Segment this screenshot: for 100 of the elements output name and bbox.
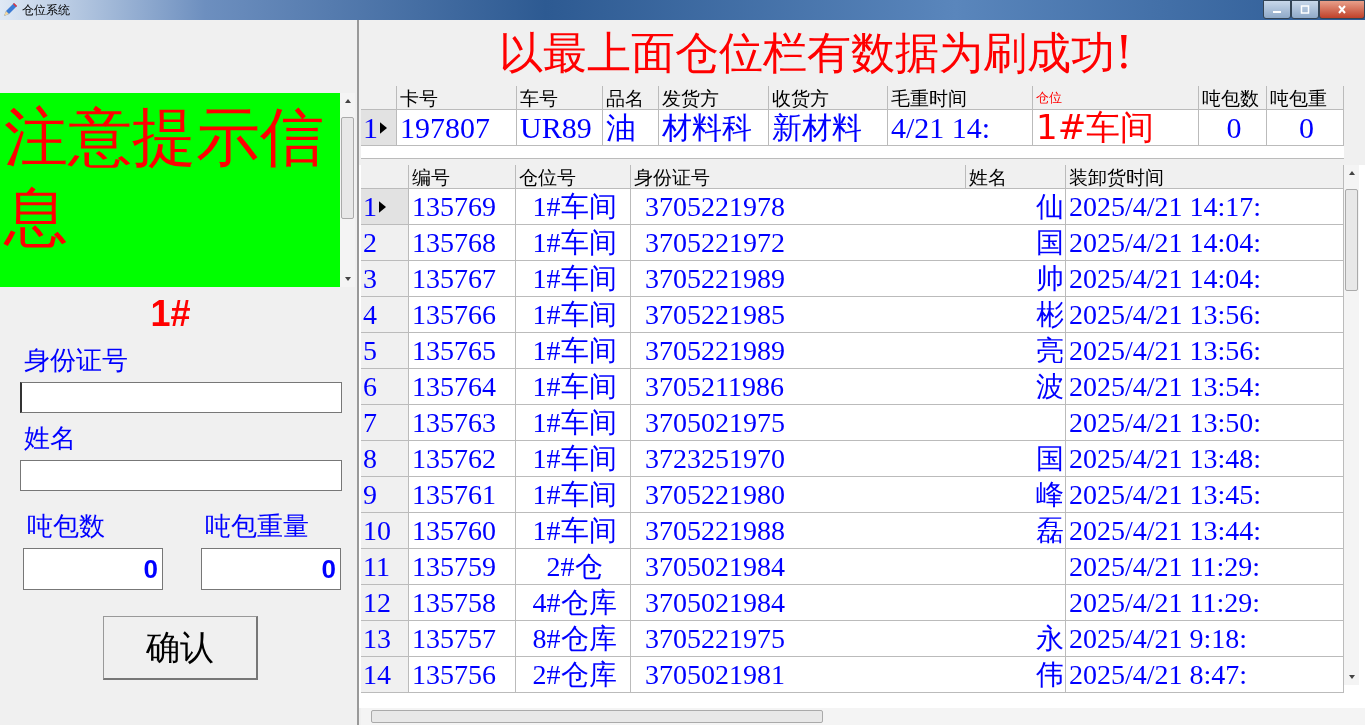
row-header[interactable]: 10 [361,513,409,548]
current-row-icon [379,200,386,213]
confirm-button[interactable]: 确认 [103,616,258,680]
column-header[interactable]: 编号 [409,165,516,189]
column-header[interactable]: 姓名 [966,165,1066,189]
table-cell: 135769 [409,189,516,224]
table-cell: 1#车间 [1033,110,1199,145]
table-cell: 彬 [1036,297,1066,332]
table-cell: 1#车间 [516,441,631,476]
input-field[interactable] [20,382,342,413]
table-cell: 峰 [1036,477,1066,512]
column-header[interactable]: 吨包重 [1267,86,1344,110]
scroll-thumb[interactable] [371,710,823,723]
table-cell: 135767 [409,261,516,296]
table-cell-text: 3705221975 [644,622,786,656]
table-cell-text: 3705221985 [644,298,786,332]
input-field[interactable]: 0 [201,548,341,590]
table-cell: 伟 [1036,657,1066,692]
banner-text: 以最上面仓位栏有数据为刷成功! [499,25,1133,80]
column-header[interactable]: 装卸货时间 [1066,165,1344,189]
table-cell: 135757 [409,621,516,656]
scroll-down-icon[interactable] [1347,673,1356,681]
row-header[interactable]: 2 [361,225,409,260]
scrollbar[interactable] [340,93,355,287]
row-header[interactable]: 3 [361,261,409,296]
table-cell: 0 [1267,110,1344,145]
row-header[interactable]: 7 [361,405,409,440]
row-header[interactable]: 1 [361,189,409,224]
table-cell: 2#仓库 [516,657,631,692]
scrollbar[interactable] [361,708,1365,725]
column-header[interactable]: 发货方 [659,86,769,110]
table-cell: 0 [1199,110,1267,145]
row-header[interactable]: 1 [361,110,397,145]
row-header[interactable]: 13 [361,621,409,656]
close-icon [1337,5,1347,14]
column-header[interactable]: 吨包数 [1199,86,1267,110]
column-header[interactable]: 车号 [517,86,603,110]
minimize-button[interactable] [1263,0,1291,19]
table-cell-text: 3705221989 [644,334,786,368]
close-button[interactable] [1319,0,1365,19]
row-header[interactable]: 4 [361,297,409,332]
column-header[interactable]: 仓位号 [516,165,631,189]
table-cell: 1#车间 [516,477,631,512]
table-cell: UR89 [517,110,603,145]
table-cell: 1#车间 [516,513,631,548]
table-cell: 135765 [409,333,516,368]
input-field[interactable]: 0 [23,548,163,590]
row-header[interactable]: 6 [361,369,409,404]
table-cell-text: 3705221989 [644,262,786,296]
table-cell: 1#车间 [516,225,631,260]
table-cell: 2#仓 [516,549,631,584]
column-header[interactable]: 卡号 [397,86,517,110]
current-row-icon [380,121,387,134]
table-cell: 135762 [409,441,516,476]
maximize-button[interactable] [1291,0,1319,19]
scroll-down-icon[interactable] [343,275,352,283]
pencil-icon [2,2,18,18]
table-cell: 135759 [409,549,516,584]
scrollbar[interactable] [1344,165,1359,685]
row-header[interactable]: 5 [361,333,409,368]
table-cell-text: 3705021984 [644,550,786,584]
column-header[interactable]: 毛重时间 [888,86,1033,110]
station-label: 1# [150,293,191,335]
table-cell: 135768 [409,225,516,260]
row-header[interactable]: 12 [361,585,409,620]
table-cell-text: 3705021984 [644,586,786,620]
row-header[interactable]: 9 [361,477,409,512]
table-cell-text: 3705221978 [644,190,786,224]
table-cell: 帅 [1036,261,1066,296]
table-cell: 永 [1036,621,1066,656]
table-cell-text: 3705211986 [644,370,785,404]
row-header[interactable]: 8 [361,441,409,476]
table-cell: 4/21 14: [888,110,1033,145]
table-cell: 1#车间 [516,369,631,404]
field-label: 身份证号 [24,345,128,377]
scroll-up-icon[interactable] [1347,169,1356,177]
column-header[interactable]: 品名 [603,86,659,110]
table-cell: 国 [1036,441,1066,476]
row-header[interactable]: 14 [361,657,409,692]
table-cell: 135760 [409,513,516,548]
table-cell: 1#车间 [516,333,631,368]
table-cell-text: 3705021981 [644,658,786,692]
table-cell: 8#仓库 [516,621,631,656]
table-cell: 135761 [409,477,516,512]
column-header[interactable]: 仓位 [1033,86,1199,110]
scroll-up-icon[interactable] [343,97,352,105]
field-label: 吨包重量 [205,511,310,543]
table-cell: 1#车间 [516,189,631,224]
scroll-thumb[interactable] [341,117,354,219]
table-cell: 国 [1036,225,1066,260]
scroll-thumb[interactable] [1345,189,1358,291]
row-header[interactable]: 11 [361,549,409,584]
notice-text: 注意提示信息 [0,93,340,287]
column-header[interactable]: 收货方 [769,86,888,110]
table-cell-text: 3705221980 [644,478,786,512]
table-cell: 135764 [409,369,516,404]
table-cell: 135756 [409,657,516,692]
column-header[interactable]: 身份证号 [631,165,966,189]
table-cell-text: 3723251970 [644,442,786,476]
input-field[interactable] [20,460,342,491]
